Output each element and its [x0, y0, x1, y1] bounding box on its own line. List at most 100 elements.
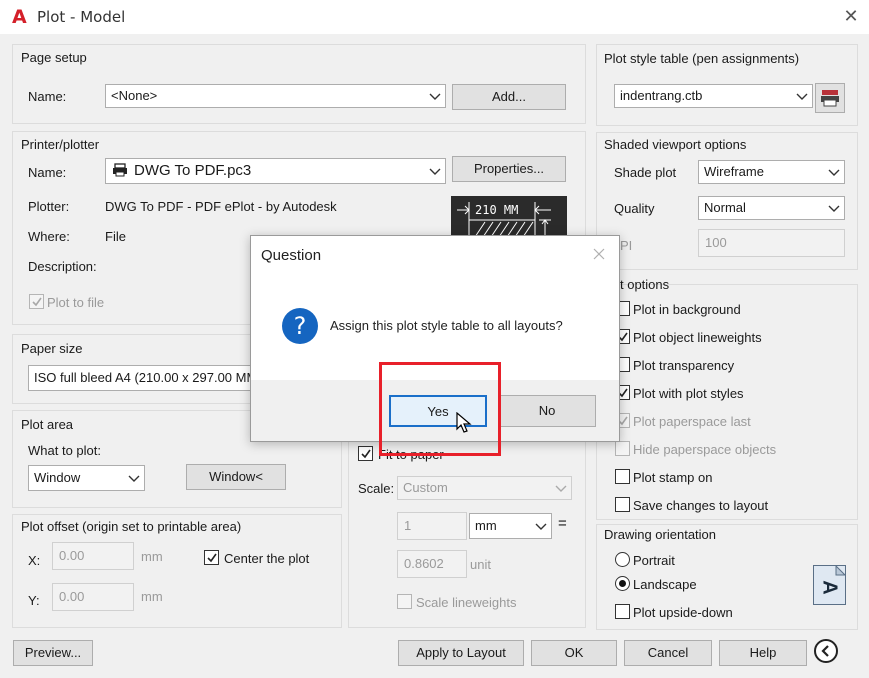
printer-name-dropdown[interactable]: DWG To PDF.pc3: [105, 158, 446, 184]
plot-option-label: Plot paperspace last: [633, 414, 751, 429]
offset-x-input[interactable]: 0.00: [52, 542, 134, 570]
offset-y-unit: mm: [141, 589, 163, 604]
offset-x-unit: mm: [141, 549, 163, 564]
center-plot-label: Center the plot: [224, 551, 310, 566]
chevron-down-icon: [429, 85, 441, 107]
what-to-plot-value: Window: [34, 470, 81, 485]
paper-size-label: Paper size: [21, 341, 83, 356]
drawing-orientation-label: Drawing orientation: [604, 527, 717, 542]
scale-lineweights-checkbox[interactable]: [397, 594, 412, 609]
scale-unit-dropdown[interactable]: mm: [469, 513, 552, 539]
plot-upside-down-checkbox[interactable]: [615, 604, 630, 619]
chevron-down-icon: [828, 197, 840, 219]
portrait-label: Portrait: [633, 553, 675, 568]
shade-plot-label: Shade plot: [614, 165, 677, 180]
add-page-setup-button[interactable]: Add...: [452, 84, 566, 110]
plot-option-label: Plot stamp on: [633, 470, 713, 485]
offset-y-input[interactable]: 0.00: [52, 583, 134, 611]
page-setup-name-label: Name:: [28, 89, 67, 104]
plot-option-label: Plot transparency: [633, 358, 735, 373]
plotter-label: Plotter:: [28, 199, 70, 214]
plot-option-checkbox[interactable]: [615, 469, 630, 484]
no-button[interactable]: No: [498, 395, 596, 427]
plot-options-label: t options: [620, 277, 670, 292]
scale-equals-sign: =: [558, 515, 567, 532]
question-dialog-message: Assign this plot style table to all layo…: [330, 318, 563, 333]
mouse-cursor-icon: [456, 411, 472, 434]
printer-icon: [112, 161, 128, 177]
plotter-value: DWG To PDF - PDF ePlot - by Autodesk: [105, 199, 337, 214]
apply-to-layout-button[interactable]: Apply to Layout: [398, 640, 524, 666]
page-setup-name-dropdown[interactable]: <None>: [105, 84, 446, 108]
shade-plot-dropdown[interactable]: Wireframe: [698, 160, 845, 184]
plot-upside-down-label: Plot upside-down: [633, 605, 733, 620]
orientation-preview-letter: A: [818, 580, 841, 595]
quality-dropdown[interactable]: Normal: [698, 196, 845, 220]
plot-option-label: Plot with plot styles: [633, 386, 744, 401]
portrait-radio[interactable]: [615, 552, 630, 567]
scale-denominator-input[interactable]: 0.8602: [397, 550, 467, 578]
window-title: Plot - Model: [37, 8, 126, 26]
what-to-plot-label: What to plot:: [28, 443, 101, 458]
collapse-options-button[interactable]: [814, 639, 838, 663]
cancel-button[interactable]: Cancel: [624, 640, 712, 666]
question-mark-icon: ?: [282, 308, 318, 344]
plot-style-table-label: Plot style table (pen assignments): [604, 51, 800, 66]
plot-option-label: Plot in background: [633, 302, 741, 317]
fit-to-paper-checkbox[interactable]: [358, 446, 373, 461]
plot-style-table-dropdown[interactable]: indentrang.ctb: [614, 84, 813, 108]
description-label: Description:: [28, 259, 97, 274]
chevron-down-icon: [555, 477, 567, 499]
printer-name-value: DWG To PDF.pc3: [134, 162, 252, 179]
offset-y-label: Y:: [28, 593, 40, 608]
scale-label: Scale:: [358, 481, 395, 496]
plot-option-label: Hide paperspace objects: [633, 442, 777, 457]
plot-option-checkbox[interactable]: [615, 497, 630, 512]
plot-to-file-checkbox[interactable]: [29, 294, 44, 309]
autocad-logo-icon: A: [12, 6, 27, 28]
where-value: File: [105, 229, 126, 244]
preview-button[interactable]: Preview...: [13, 640, 93, 666]
quality-value: Normal: [704, 200, 746, 215]
scale-lineweights-label: Scale lineweights: [416, 595, 517, 610]
scale-denominator-unit: unit: [470, 557, 491, 572]
offset-x-label: X:: [28, 553, 41, 568]
chevron-left-icon: [821, 645, 829, 657]
scale-dropdown[interactable]: Custom: [397, 476, 572, 500]
landscape-radio[interactable]: [615, 576, 630, 591]
question-dialog-title: Question: [261, 247, 322, 264]
printer-properties-button[interactable]: Properties...: [452, 156, 566, 182]
yes-highlight-box: [379, 362, 501, 456]
edit-plot-style-button[interactable]: [815, 83, 845, 113]
plot-option-label: Save changes to layout: [633, 498, 769, 513]
ok-button[interactable]: OK: [531, 640, 617, 666]
center-plot-checkbox[interactable]: [204, 550, 219, 565]
scale-unit-value: mm: [475, 518, 497, 533]
paper-size-value: ISO full bleed A4 (210.00 x 297.00 MM: [34, 370, 258, 385]
plot-option-label: Plot object lineweights: [633, 330, 762, 345]
what-to-plot-dropdown[interactable]: Window: [28, 465, 145, 491]
window-pick-button[interactable]: Window<: [186, 464, 286, 490]
landscape-label: Landscape: [633, 577, 697, 592]
plot-option-checkbox[interactable]: [615, 441, 630, 456]
where-label: Where:: [28, 229, 70, 244]
chevron-down-icon: [828, 161, 840, 183]
plot-style-table-value: indentrang.ctb: [620, 88, 703, 103]
plot-style-editor-icon: [821, 90, 839, 107]
paper-preview-dimension: 210 MM: [475, 203, 519, 217]
chevron-down-icon: [128, 466, 140, 490]
orientation-preview-icon: A: [813, 565, 846, 605]
chevron-down-icon: [429, 159, 441, 183]
dpi-label: PI: [620, 238, 633, 253]
help-button[interactable]: Help: [719, 640, 807, 666]
quality-label: Quality: [614, 201, 655, 216]
shaded-viewport-label: Shaded viewport options: [604, 137, 747, 152]
plot-to-file-label: Plot to file: [47, 295, 105, 310]
scale-value: Custom: [403, 480, 448, 495]
scale-numerator-input[interactable]: 1: [397, 512, 467, 540]
dialog-close-icon[interactable]: [590, 245, 608, 263]
plot-offset-label: Plot offset (origin set to printable are…: [21, 519, 242, 534]
dpi-input[interactable]: 100: [698, 229, 845, 257]
printer-name-label: Name:: [28, 165, 67, 180]
window-close-icon[interactable]: ✕: [840, 5, 862, 27]
